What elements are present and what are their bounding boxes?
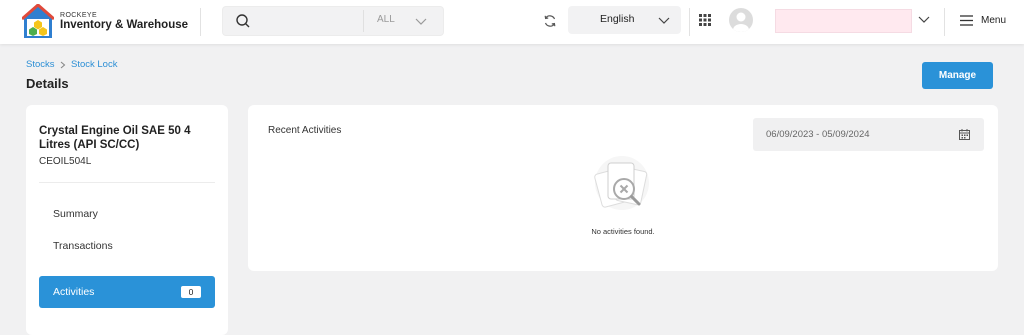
language-label: English	[600, 13, 635, 25]
chevron-down-icon[interactable]	[918, 13, 930, 25]
refresh-icon[interactable]	[543, 14, 557, 28]
user-icon	[733, 12, 749, 32]
chevron-down-icon[interactable]	[415, 15, 427, 27]
activities-panel: Recent Activities 06/09/2023 - 05/09/202…	[248, 105, 998, 271]
brand-tagline: ROCKEYE	[60, 12, 98, 19]
avatar[interactable]	[729, 8, 753, 32]
empty-state-message: No activities found.	[591, 227, 655, 236]
breadcrumb-stock-lock[interactable]: Stock Lock	[71, 59, 117, 70]
divider	[689, 8, 690, 36]
rockeye-logo-icon[interactable]	[22, 4, 54, 40]
divider	[363, 10, 364, 32]
language-select[interactable]: English	[568, 6, 681, 34]
date-range-picker[interactable]: 06/09/2023 - 05/09/2024	[753, 118, 984, 151]
sidebar-item-summary[interactable]: Summary	[53, 208, 98, 220]
sidebar-item-transactions[interactable]: Transactions	[53, 240, 113, 252]
search-icon	[236, 14, 250, 28]
chevron-down-icon	[658, 17, 670, 24]
user-info-redacted[interactable]	[775, 9, 912, 33]
divider	[39, 182, 215, 183]
page-title: Details	[26, 76, 69, 91]
menu-button[interactable]: Menu	[981, 15, 1006, 26]
manage-button[interactable]: Manage	[922, 62, 993, 89]
product-code: CEOIL504L	[39, 156, 92, 167]
top-bar: ROCKEYE Inventory & Warehouse ALL Englis…	[0, 0, 1024, 44]
search-scope-select[interactable]: ALL	[377, 14, 395, 25]
calendar-icon[interactable]	[959, 129, 970, 140]
brand-name: Inventory & Warehouse	[60, 19, 189, 31]
breadcrumb-stocks[interactable]: Stocks	[26, 59, 55, 70]
no-results-illustration-icon	[594, 156, 649, 210]
divider	[200, 8, 201, 36]
hamburger-menu-icon[interactable]	[960, 15, 973, 26]
global-search[interactable]: ALL	[222, 6, 444, 36]
sidebar-item-label: Activities	[53, 286, 95, 298]
chevron-right-icon	[60, 61, 66, 69]
apps-grid-icon[interactable]	[699, 14, 711, 26]
count-badge: 0	[181, 286, 201, 298]
product-name: Crystal Engine Oil SAE 50 4 Litres (API …	[39, 125, 191, 151]
divider	[944, 8, 945, 36]
section-title: Recent Activities	[268, 125, 342, 136]
date-range-value: 06/09/2023 - 05/09/2024	[766, 129, 870, 140]
product-sidebar-card: Crystal Engine Oil SAE 50 4 Litres (API …	[26, 105, 228, 335]
sidebar-item-activities[interactable]: Activities 0	[39, 276, 215, 308]
